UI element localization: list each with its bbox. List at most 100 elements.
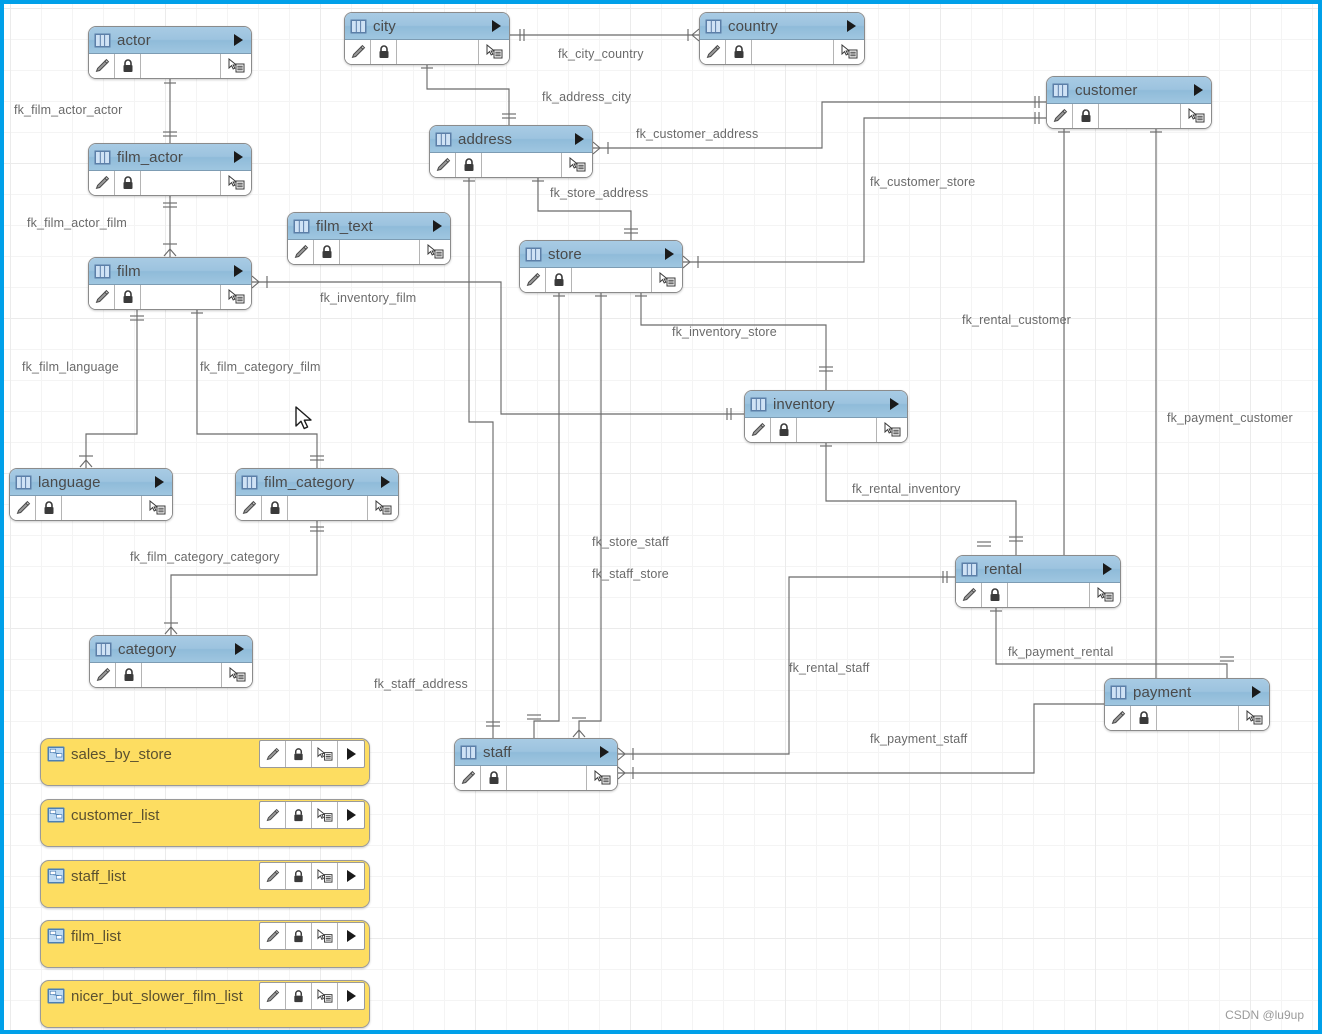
table-field-area[interactable]: [141, 171, 221, 195]
table-node-rental[interactable]: rental: [955, 555, 1121, 608]
table-header[interactable]: rental: [956, 556, 1120, 583]
table-toolbar[interactable]: [1105, 706, 1269, 730]
expand-triangle-icon[interactable]: [665, 248, 674, 260]
view-node-sales_by_store[interactable]: sales_by_store: [40, 738, 370, 786]
cursor-list-icon[interactable]: [1090, 583, 1120, 607]
lock-icon[interactable]: [286, 741, 312, 767]
table-node-film_category[interactable]: film_category: [235, 468, 399, 521]
lock-icon[interactable]: [546, 268, 572, 292]
lock-icon[interactable]: [262, 496, 288, 520]
table-toolbar[interactable]: [700, 40, 864, 64]
table-header[interactable]: payment: [1105, 679, 1269, 706]
table-toolbar[interactable]: [288, 240, 450, 264]
cursor-list-icon[interactable]: [312, 983, 338, 1009]
pencil-icon[interactable]: [89, 285, 115, 309]
table-node-film_actor[interactable]: film_actor: [88, 143, 252, 196]
expand-triangle-icon[interactable]: [847, 20, 856, 32]
pencil-icon[interactable]: [10, 496, 36, 520]
expand-triangle-icon[interactable]: [890, 398, 899, 410]
table-field-area[interactable]: [507, 766, 587, 790]
table-toolbar[interactable]: [455, 766, 617, 790]
table-node-address[interactable]: address: [429, 125, 593, 178]
lock-icon[interactable]: [36, 496, 62, 520]
table-toolbar[interactable]: [10, 496, 172, 520]
pencil-icon[interactable]: [89, 171, 115, 195]
expand-triangle-icon[interactable]: [433, 220, 442, 232]
er-diagram-canvas[interactable]: actor city country: [0, 0, 1322, 1034]
expand-triangle-icon[interactable]: [1103, 563, 1112, 575]
table-header[interactable]: language: [10, 469, 172, 496]
view-header[interactable]: staff_list: [41, 861, 369, 891]
view-node-nicer_but_slower_film_list[interactable]: nicer_but_slower_film_list: [40, 980, 370, 1028]
view-toolbar[interactable]: [259, 862, 365, 890]
pencil-icon[interactable]: [89, 54, 115, 78]
table-node-category[interactable]: category: [89, 635, 253, 688]
table-field-area[interactable]: [397, 40, 479, 64]
pencil-icon[interactable]: [520, 268, 546, 292]
table-header[interactable]: store: [520, 241, 682, 268]
pencil-icon[interactable]: [700, 40, 726, 64]
view-header[interactable]: nicer_but_slower_film_list: [41, 981, 369, 1011]
table-toolbar[interactable]: [345, 40, 509, 64]
lock-icon[interactable]: [314, 240, 340, 264]
pencil-icon[interactable]: [260, 741, 286, 767]
table-header[interactable]: actor: [89, 27, 251, 54]
table-field-area[interactable]: [141, 54, 221, 78]
pencil-icon[interactable]: [260, 802, 286, 828]
expand-triangle-icon[interactable]: [234, 265, 243, 277]
table-field-area[interactable]: [1008, 583, 1090, 607]
expand-triangle-icon[interactable]: [338, 741, 364, 767]
cursor-list-icon[interactable]: [1181, 104, 1211, 128]
table-toolbar[interactable]: [89, 285, 251, 309]
table-node-customer[interactable]: customer: [1046, 76, 1212, 129]
cursor-list-icon[interactable]: [834, 40, 864, 64]
table-field-area[interactable]: [340, 240, 420, 264]
table-header[interactable]: staff: [455, 739, 617, 766]
table-field-area[interactable]: [141, 285, 221, 309]
lock-icon[interactable]: [115, 54, 141, 78]
lock-icon[interactable]: [456, 153, 482, 177]
expand-triangle-icon[interactable]: [235, 643, 244, 655]
table-toolbar[interactable]: [430, 153, 592, 177]
table-toolbar[interactable]: [745, 418, 907, 442]
lock-icon[interactable]: [286, 923, 312, 949]
table-header[interactable]: city: [345, 13, 509, 40]
view-header[interactable]: customer_list: [41, 800, 369, 830]
cursor-list-icon[interactable]: [312, 741, 338, 767]
expand-triangle-icon[interactable]: [492, 20, 501, 32]
table-header[interactable]: film_actor: [89, 144, 251, 171]
table-node-store[interactable]: store: [519, 240, 683, 293]
table-toolbar[interactable]: [89, 171, 251, 195]
cursor-list-icon[interactable]: [222, 663, 252, 687]
view-node-film_list[interactable]: film_list: [40, 920, 370, 968]
expand-triangle-icon[interactable]: [600, 746, 609, 758]
cursor-list-icon[interactable]: [142, 496, 172, 520]
table-field-area[interactable]: [1099, 104, 1181, 128]
table-field-area[interactable]: [482, 153, 562, 177]
pencil-icon[interactable]: [288, 240, 314, 264]
table-node-language[interactable]: language: [9, 468, 173, 521]
cursor-list-icon[interactable]: [587, 766, 617, 790]
table-node-actor[interactable]: actor: [88, 26, 252, 79]
table-field-area[interactable]: [288, 496, 368, 520]
lock-icon[interactable]: [286, 983, 312, 1009]
lock-icon[interactable]: [726, 40, 752, 64]
pencil-icon[interactable]: [430, 153, 456, 177]
cursor-list-icon[interactable]: [877, 418, 907, 442]
expand-triangle-icon[interactable]: [1252, 686, 1261, 698]
expand-triangle-icon[interactable]: [338, 983, 364, 1009]
expand-triangle-icon[interactable]: [234, 151, 243, 163]
cursor-list-icon[interactable]: [312, 863, 338, 889]
table-field-area[interactable]: [1157, 706, 1239, 730]
expand-triangle-icon[interactable]: [575, 133, 584, 145]
cursor-list-icon[interactable]: [221, 54, 251, 78]
table-header[interactable]: inventory: [745, 391, 907, 418]
table-node-country[interactable]: country: [699, 12, 865, 65]
cursor-list-icon[interactable]: [312, 923, 338, 949]
table-node-inventory[interactable]: inventory: [744, 390, 908, 443]
cursor-list-icon[interactable]: [312, 802, 338, 828]
table-toolbar[interactable]: [956, 583, 1120, 607]
expand-triangle-icon[interactable]: [338, 923, 364, 949]
view-node-staff_list[interactable]: staff_list: [40, 860, 370, 908]
table-field-area[interactable]: [572, 268, 652, 292]
